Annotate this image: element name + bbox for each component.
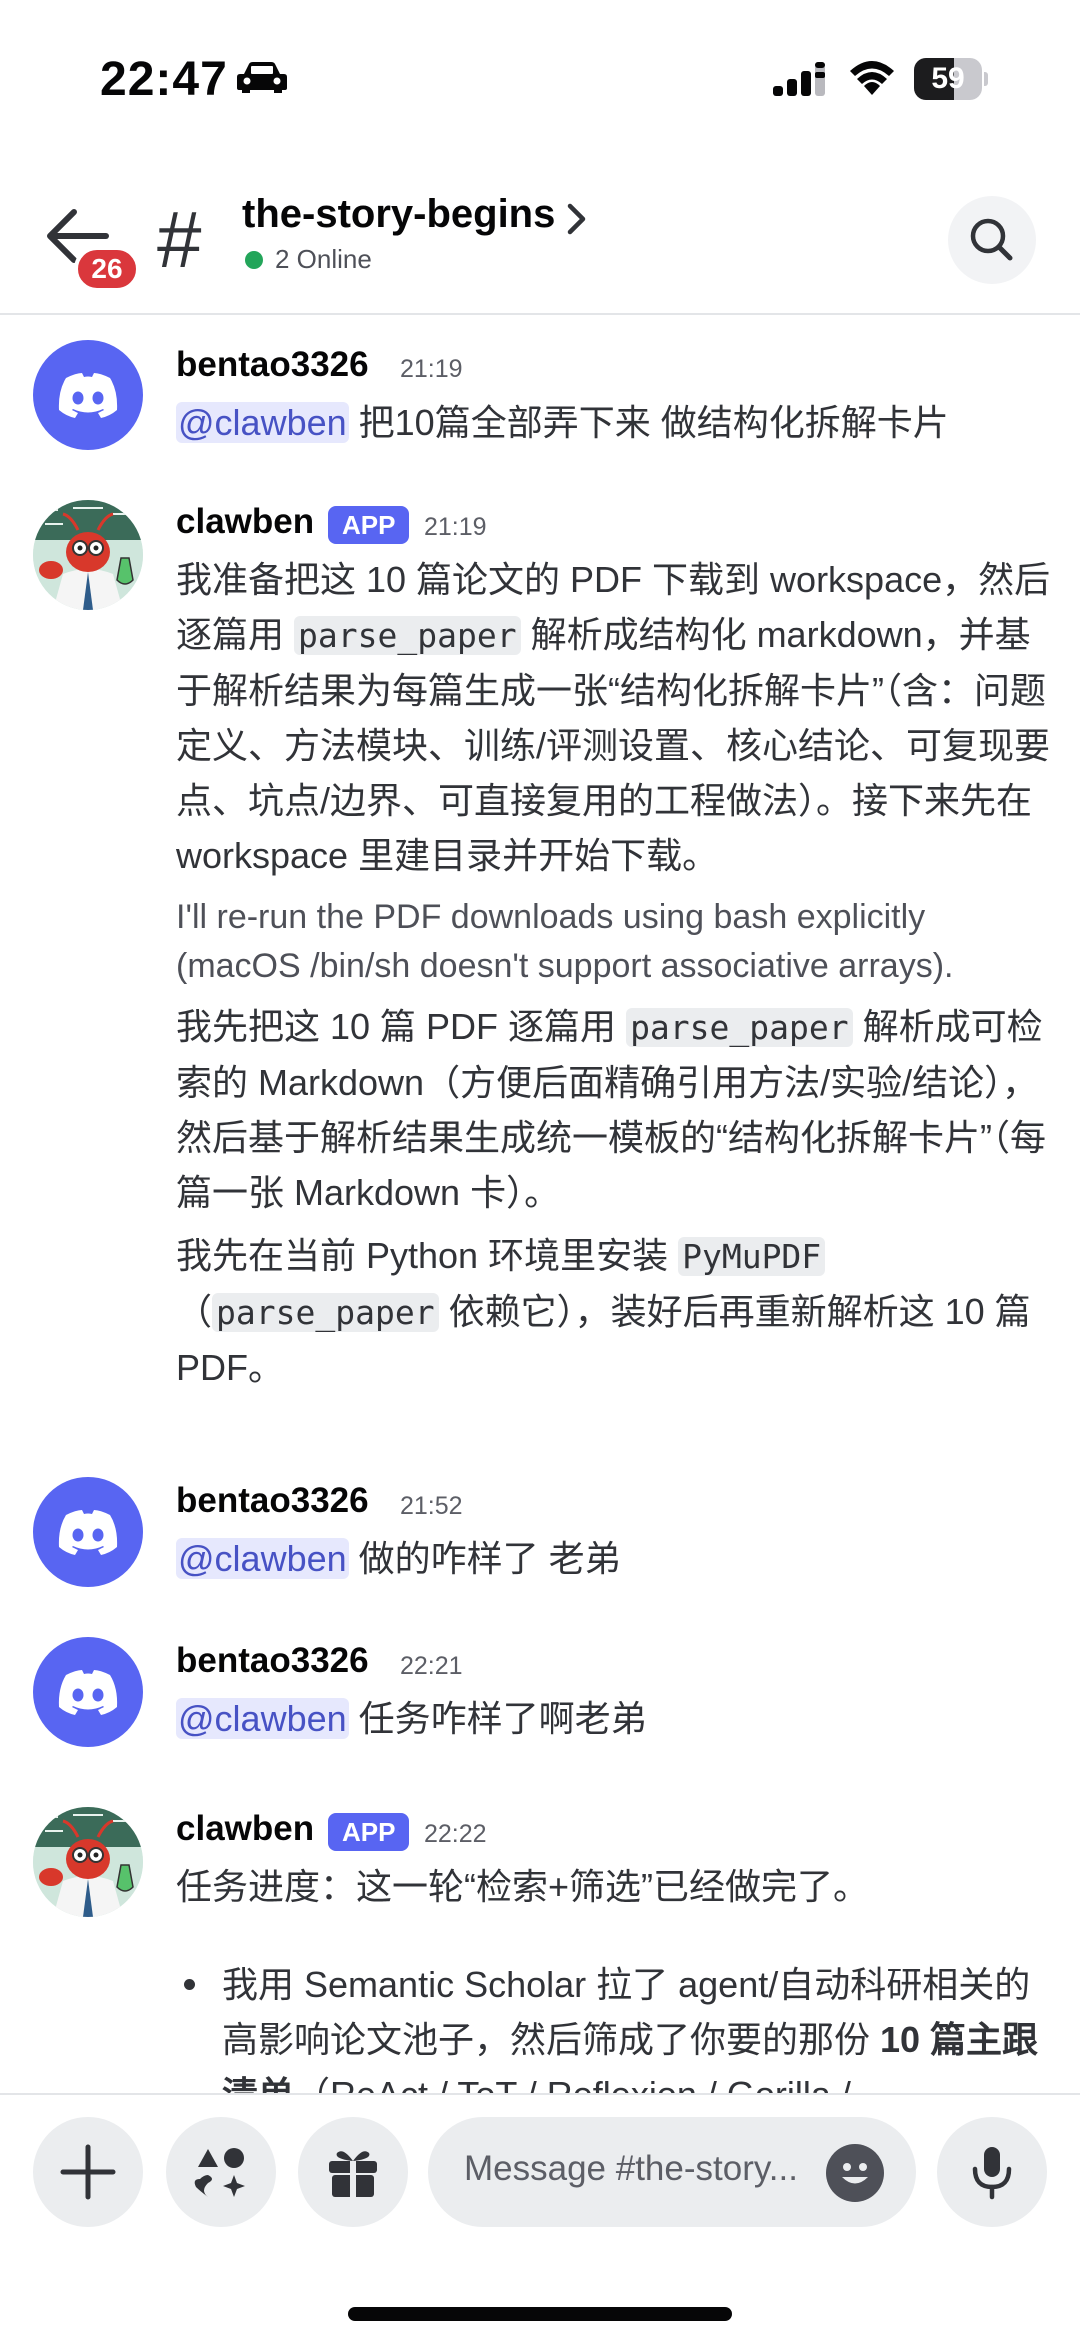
- voice-message-button[interactable]: [937, 2117, 1047, 2227]
- message-input-placeholder: Message #the-story...: [464, 2149, 798, 2188]
- battery-body: 59: [914, 58, 982, 100]
- battery-nub: [984, 72, 988, 86]
- avatar[interactable]: [33, 1637, 143, 1747]
- inline-code: PyMuPDF: [678, 1237, 826, 1276]
- gift-button[interactable]: [298, 2117, 408, 2227]
- message-paragraph: 我先把这 10 篇 PDF 逐篇用 parse_paper 解析成可检索的 Ma…: [176, 999, 1056, 1220]
- message-text: 做的咋样了 老弟: [358, 1538, 621, 1579]
- microphone-icon: [972, 2147, 1012, 2200]
- message-text: 把10篇全部弄下来 做结构化拆解卡片: [358, 402, 949, 443]
- message-list[interactable]: bentao3326 21:19 @clawben 把10篇全部弄下来 做结构化…: [0, 317, 1080, 2093]
- chevron-right-icon[interactable]: [566, 202, 588, 236]
- discord-logo-icon: [58, 1510, 118, 1555]
- user-mention[interactable]: @clawben: [176, 1698, 349, 1739]
- gift-icon: [329, 2151, 377, 2197]
- discord-logo-icon: [58, 1670, 118, 1715]
- list-item: 我用 Semantic Scholar 拉了 agent/自动科研相关的高影响论…: [176, 1957, 1056, 2093]
- message: clawben APP 21:19 我准备把这 10 篇论文的 PDF 下载到 …: [0, 492, 1080, 1442]
- bullet-dot: [184, 1979, 195, 1990]
- message-content: @clawben 任务咋样了啊老弟: [176, 1691, 1056, 1746]
- message: bentao3326 22:21 @clawben 任务咋样了啊老弟: [0, 1637, 1080, 1757]
- user-mention[interactable]: @clawben: [176, 1538, 349, 1579]
- avatar[interactable]: [33, 500, 143, 610]
- message-paragraph: 我先在当前 Python 环境里安装 PyMuPDF（ parse_paper 依…: [176, 1228, 1056, 1395]
- message-author[interactable]: bentao3326: [176, 1481, 369, 1521]
- message-author[interactable]: clawben: [176, 1809, 314, 1849]
- avatar[interactable]: [33, 1807, 143, 1917]
- message-author[interactable]: bentao3326: [176, 1641, 369, 1681]
- text-segment: 我先在当前 Python 环境里安装: [176, 1235, 679, 1276]
- search-button[interactable]: [948, 196, 1036, 284]
- inline-code: parse_paper: [626, 1008, 853, 1047]
- message: bentao3326 21:52 @clawben 做的咋样了 老弟: [0, 1477, 1080, 1597]
- message-timestamp: 21:19: [424, 513, 487, 541]
- status-time: 22:47: [100, 53, 228, 106]
- signal-icon: [773, 62, 825, 96]
- message-paragraph: 我准备把这 10 篇论文的 PDF 下载到 workspace，然后逐篇用 pa…: [176, 552, 1056, 883]
- message-input[interactable]: Message #the-story...: [428, 2117, 916, 2227]
- avatar[interactable]: [33, 1477, 143, 1587]
- message-timestamp: 21:52: [400, 1492, 463, 1520]
- text-segment: （: [176, 1291, 213, 1332]
- message-content: 我准备把这 10 篇论文的 PDF 下载到 workspace，然后逐篇用 pa…: [176, 552, 1056, 1395]
- car-icon: [237, 62, 287, 93]
- text-segment: （ReAct / ToT / Reflexion / Gorilla /: [294, 2074, 851, 2093]
- home-indicator[interactable]: [348, 2307, 732, 2321]
- apps-button[interactable]: [166, 2117, 276, 2227]
- channel-title[interactable]: the-story-begins: [242, 192, 555, 237]
- emoji-icon[interactable]: [826, 2144, 884, 2202]
- message: clawben APP 22:22 任务进度：这一轮“检索+筛选”已经做完了。 …: [0, 1807, 1080, 2093]
- text-segment: 我先把这 10 篇 PDF 逐篇用: [176, 1006, 627, 1047]
- channel-header: 26 # the-story-begins 2 Online: [0, 150, 1080, 315]
- lobster-scientist-avatar-icon: [33, 1807, 143, 1917]
- add-attachment-button[interactable]: [33, 2117, 143, 2227]
- app-tag: APP: [328, 1813, 410, 1851]
- discord-logo-icon: [58, 373, 118, 418]
- wifi-icon: [850, 61, 894, 95]
- message-author[interactable]: clawben: [176, 502, 314, 542]
- message-content: 任务进度：这一轮“检索+筛选”已经做完了。: [176, 1866, 870, 1907]
- status-bar: 22:47 59: [0, 0, 1080, 150]
- message-content: @clawben 做的咋样了 老弟: [176, 1531, 1056, 1586]
- message-text: 任务咋样了啊老弟: [358, 1698, 647, 1739]
- user-mention[interactable]: @clawben: [176, 402, 349, 443]
- battery-percent: 59: [931, 62, 965, 95]
- apps-icon: [194, 2148, 245, 2197]
- inline-code: parse_paper: [212, 1293, 439, 1332]
- message-paragraph: I'll re-run the PDF downloads using bash…: [176, 898, 954, 985]
- message-timestamp: 22:21: [400, 1652, 463, 1680]
- message-composer: Message #the-story...: [0, 2093, 1080, 2341]
- lobster-scientist-avatar-icon: [33, 500, 143, 610]
- smiley-face-icon: [842, 2163, 868, 2184]
- message: bentao3326 21:19 @clawben 把10篇全部弄下来 做结构化…: [0, 327, 1080, 450]
- search-icon: [970, 218, 1013, 261]
- plus-icon: [60, 2144, 116, 2200]
- chat-screen: 22:47 59 26 # the-story-begins 2 Online …: [0, 0, 1080, 2341]
- avatar[interactable]: [33, 340, 143, 450]
- message-timestamp: 21:19: [400, 355, 463, 383]
- unread-badge: 26: [74, 246, 140, 292]
- hash-icon: #: [157, 195, 202, 284]
- online-status-dot: [245, 251, 263, 269]
- online-count: 2 Online: [275, 244, 372, 274]
- app-tag: APP: [328, 506, 410, 544]
- list-item-text: 我用 Semantic Scholar 拉了 agent/自动科研相关的高影响论…: [222, 1957, 1056, 2093]
- message-author[interactable]: bentao3326: [176, 345, 369, 385]
- inline-code: parse_paper: [294, 616, 521, 655]
- message-content: @clawben 把10篇全部弄下来 做结构化拆解卡片: [176, 395, 1056, 450]
- battery-icon: 59: [914, 58, 988, 100]
- message-timestamp: 22:22: [424, 1820, 487, 1848]
